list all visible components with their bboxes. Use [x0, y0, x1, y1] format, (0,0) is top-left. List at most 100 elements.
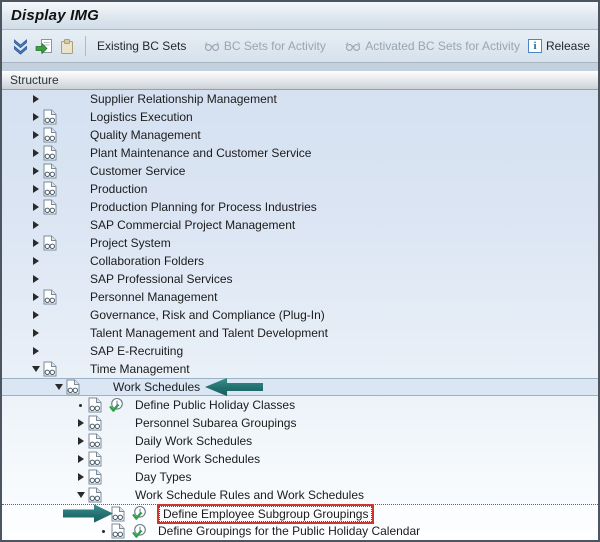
tree-node-label: Day Types: [135, 470, 192, 484]
img-documentation-icon[interactable]: [43, 181, 63, 197]
expand-arrow-icon[interactable]: [28, 185, 43, 193]
title-bar: Display IMG: [2, 2, 598, 30]
expand-arrow-icon[interactable]: [28, 257, 43, 265]
application-toolbar: Existing BC Sets BC Sets for Activity Ac…: [2, 30, 598, 63]
expand-arrow-icon[interactable]: [28, 311, 43, 319]
tree-row[interactable]: Personnel Management: [2, 288, 598, 306]
expand-arrow-icon[interactable]: [28, 275, 43, 283]
tree-row[interactable]: Governance, Risk and Compliance (Plug-In…: [2, 306, 598, 324]
document-green-arrow-icon: [35, 38, 53, 55]
tree-row[interactable]: SAP Professional Services: [2, 270, 598, 288]
highlight-box: Define Employee Subgroup Groupings: [157, 503, 375, 524]
img-documentation-icon[interactable]: [43, 361, 63, 377]
img-documentation-icon[interactable]: [43, 163, 63, 179]
expand-arrow-icon[interactable]: [28, 203, 43, 211]
img-documentation-icon[interactable]: [88, 415, 108, 431]
expand-arrow-icon[interactable]: [73, 419, 88, 427]
tree-row[interactable]: SAP E-Recruiting: [2, 342, 598, 360]
tree-row[interactable]: Period Work Schedules: [2, 450, 598, 468]
img-activity-icon[interactable]: [131, 505, 153, 522]
expand-arrow-icon[interactable]: [28, 347, 43, 355]
tree-row[interactable]: Day Types: [2, 468, 598, 486]
leaf-bullet-icon: [73, 403, 88, 407]
existing-bc-sets-button[interactable]: Existing BC Sets: [93, 37, 190, 55]
tree-row[interactable]: Customer Service: [2, 162, 598, 180]
img-documentation-icon[interactable]: [43, 109, 63, 125]
tree-row[interactable]: Time Management: [2, 360, 598, 378]
tree-row[interactable]: Collaboration Folders: [2, 252, 598, 270]
button-label: Release: [545, 39, 590, 53]
tree-row[interactable]: Work Schedule Rules and Work Schedules: [2, 486, 598, 504]
expand-arrow-icon[interactable]: [28, 95, 43, 103]
tree-node-label: Time Management: [90, 362, 190, 376]
img-documentation-icon[interactable]: [43, 235, 63, 251]
tree-row[interactable]: Personnel Subarea Groupings: [2, 414, 598, 432]
expand-arrow-icon[interactable]: [28, 131, 43, 139]
expand-arrow-icon[interactable]: [28, 293, 43, 301]
img-documentation-icon[interactable]: [88, 433, 108, 449]
tree-row[interactable]: Supplier Relationship Management: [2, 90, 598, 108]
expand-arrow-icon[interactable]: [28, 167, 43, 175]
tree-node-label: Supplier Relationship Management: [90, 92, 277, 106]
expand-arrow-icon[interactable]: [28, 239, 43, 247]
tree-row[interactable]: SAP Commercial Project Management: [2, 216, 598, 234]
tree-row[interactable]: Define Employee Subgroup Groupings: [2, 503, 598, 524]
tree-node-label: Production Planning for Process Industri…: [90, 200, 317, 214]
release-notes-button[interactable]: i Release: [524, 37, 594, 55]
double-chevron-down-icon: [12, 38, 29, 55]
collapse-arrow-icon[interactable]: [51, 384, 66, 390]
img-documentation-icon[interactable]: [88, 397, 108, 413]
img-documentation-icon[interactable]: [88, 451, 108, 467]
button-label: Existing BC Sets: [96, 39, 187, 53]
img-documentation-icon[interactable]: [111, 523, 131, 539]
tree-row[interactable]: Project System: [2, 234, 598, 252]
copy-button[interactable]: [56, 36, 78, 57]
tree-row[interactable]: Work Schedules: [2, 377, 598, 397]
expand-arrow-icon[interactable]: [73, 473, 88, 481]
expand-arrow-icon[interactable]: [28, 221, 43, 229]
collapse-arrow-icon[interactable]: [28, 366, 43, 372]
tree-row[interactable]: Define Groupings for the Public Holiday …: [2, 522, 598, 540]
expand-arrow-icon[interactable]: [73, 437, 88, 445]
img-documentation-icon[interactable]: [88, 469, 108, 485]
collapse-arrow-icon[interactable]: [73, 492, 88, 498]
expand-arrow-icon[interactable]: [28, 329, 43, 337]
img-activity-icon[interactable]: [131, 523, 153, 540]
tree-row[interactable]: Plant Maintenance and Customer Service: [2, 144, 598, 162]
img-documentation-icon[interactable]: [88, 487, 108, 503]
tree-row[interactable]: Talent Management and Talent Development: [2, 324, 598, 342]
expand-arrow-icon[interactable]: [73, 455, 88, 463]
tree-row[interactable]: Daily Work Schedules: [2, 432, 598, 450]
tree-row[interactable]: Logistics Execution: [2, 108, 598, 126]
img-activity-icon[interactable]: [108, 397, 130, 414]
tree-row[interactable]: Define Public Holiday Classes: [2, 396, 598, 414]
expand-arrow-icon[interactable]: [28, 149, 43, 157]
img-documentation-icon[interactable]: [111, 506, 131, 522]
tree-row[interactable]: Quality Management: [2, 126, 598, 144]
tree-node-label: SAP Professional Services: [90, 272, 233, 286]
expand-arrow-icon[interactable]: [28, 113, 43, 121]
activated-bc-sets-for-activity-button[interactable]: Activated BC Sets for Activity: [341, 37, 524, 55]
img-documentation-icon[interactable]: [43, 199, 63, 215]
tree-row[interactable]: Production: [2, 180, 598, 198]
img-documentation-icon[interactable]: [43, 127, 63, 143]
tree-node-label: Define Employee Subgroup Groupings: [159, 505, 373, 522]
img-documentation-icon[interactable]: [66, 379, 86, 395]
display-bc-sets-button[interactable]: [32, 36, 56, 57]
img-documentation-icon[interactable]: [43, 289, 63, 305]
expand-collapse-button[interactable]: [9, 36, 32, 57]
img-documentation-icon[interactable]: [43, 145, 63, 161]
bc-sets-for-activity-button[interactable]: BC Sets for Activity: [200, 37, 330, 55]
tree-row[interactable]: Production Planning for Process Industri…: [2, 198, 598, 216]
